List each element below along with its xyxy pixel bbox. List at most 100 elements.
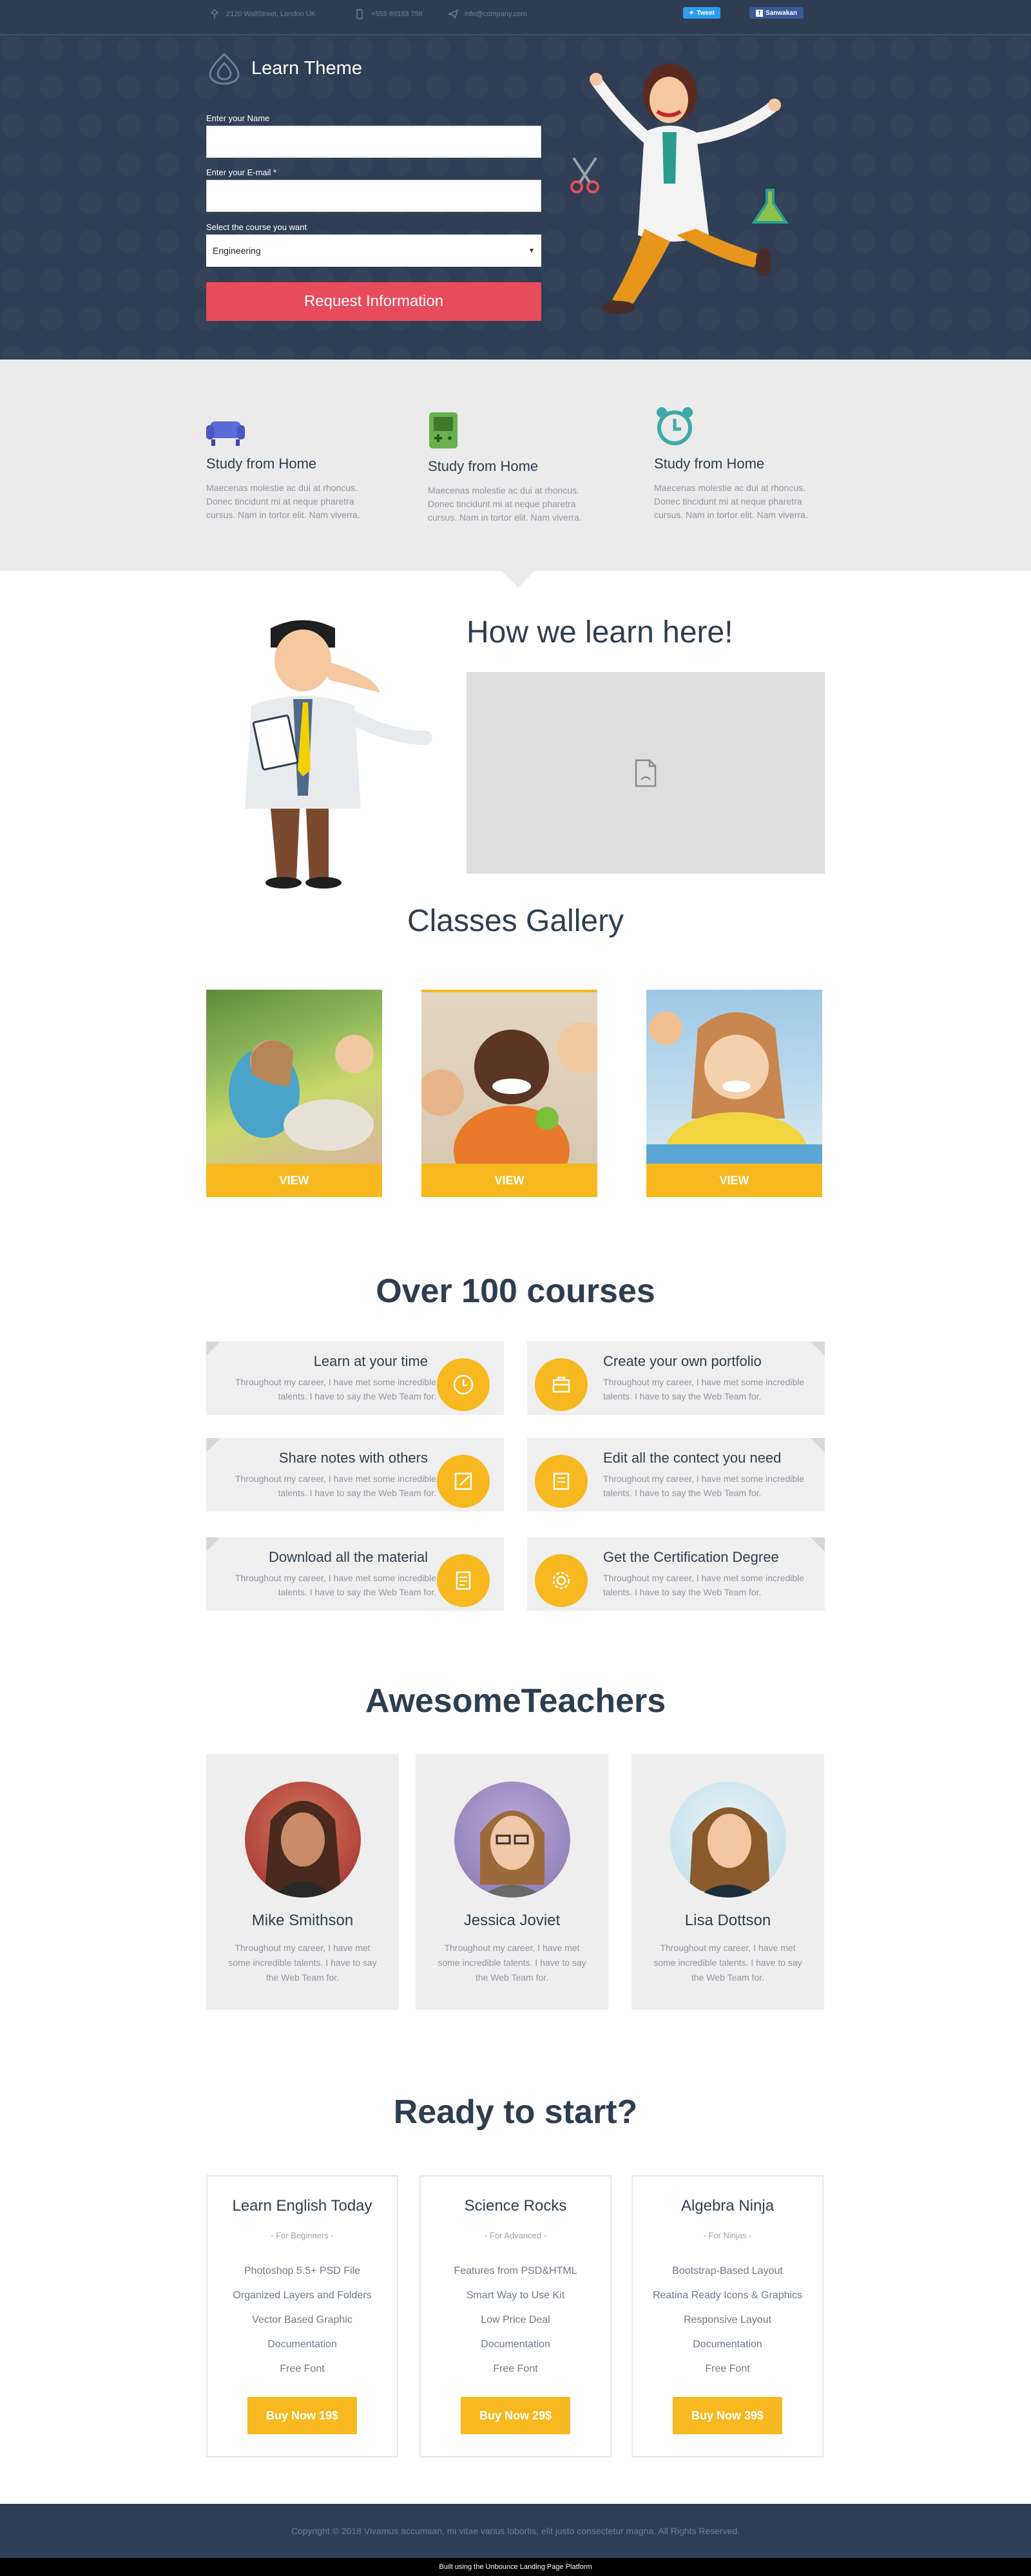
course-text: Throughout my career, I have met some in… xyxy=(603,1377,805,1401)
course-icon-circle xyxy=(437,1358,490,1411)
course-title: Create your own portfolio xyxy=(603,1353,762,1369)
course-card: Get the Certification Degree Throughout … xyxy=(527,1537,825,1611)
course-icon-circle xyxy=(535,1455,588,1508)
plan-feature: Documentation xyxy=(693,2339,762,2350)
feature-title: Study from Home xyxy=(428,458,539,474)
plan-feature-list: Bootstrap-Based Layout Reatina Ready Ico… xyxy=(633,2259,822,2381)
teacher-illustration xyxy=(245,620,432,889)
pricing-card: Learn English Today - For Beginners - Ph… xyxy=(206,2175,398,2457)
course-select-label: Select the course you want xyxy=(206,222,307,232)
feature-card: Study from Home Maecenas molestie ac dui… xyxy=(206,411,380,522)
gear-icon xyxy=(552,1572,570,1590)
map-pin-icon xyxy=(210,9,219,19)
feature-card: Study from Home Maecenas molestie ac dui… xyxy=(428,411,602,524)
course-card: Download all the material Throughout my … xyxy=(206,1537,504,1611)
course-text: Throughout my career, I have met some in… xyxy=(603,1573,805,1597)
plan-title: Algebra Ninja xyxy=(680,2197,775,2215)
hero-section: Learn Theme Enter your Name Enter your E… xyxy=(0,35,1031,360)
course-text: Throughout my career, I have met some in… xyxy=(603,1474,805,1498)
email-input[interactable] xyxy=(206,180,541,212)
logo[interactable]: Learn Theme xyxy=(206,52,362,85)
top-bar: 2120 WallStreet, London UK +555 69183 75… xyxy=(0,0,1031,35)
briefcase-icon xyxy=(552,1376,570,1393)
feature-text: Maecenas molestie ac dui at rhoncus. Don… xyxy=(428,485,582,523)
plan-feature: Responsive Layout xyxy=(683,2314,772,2325)
plan-feature: Documentation xyxy=(267,2339,337,2350)
course-title: Download all the material xyxy=(268,1549,428,1565)
name-input[interactable] xyxy=(206,126,541,158)
teacher-name: Jessica Joviet xyxy=(463,1912,561,1929)
teacher-card: Jessica Joviet Throughout my career, I h… xyxy=(416,1754,608,2010)
address-text: 2120 WallStreet, London UK xyxy=(226,10,316,18)
feature-text: Maecenas molestie ac dui at rhoncus. Don… xyxy=(206,483,360,520)
buy-now-button[interactable]: Buy Now 39$ xyxy=(673,2397,782,2434)
course-text: Throughout my career, I have met some in… xyxy=(235,1377,436,1401)
pricing-card: Science Rocks - For Advanced - Features … xyxy=(419,2175,612,2457)
plan-feature: Low Price Deal xyxy=(481,2314,550,2325)
course-title: Share notes with others xyxy=(278,1450,428,1466)
plan-feature: Reatina Ready Icons & Graphics xyxy=(652,2290,803,2301)
teacher-text: Throughout my career, I have met some in… xyxy=(653,1943,802,1983)
gallery-card: VIEW xyxy=(206,990,382,1197)
gallery-photo xyxy=(421,990,597,1164)
course-card: Edit all the contect you need Throughout… xyxy=(527,1438,825,1512)
armchair-icon xyxy=(206,421,245,446)
gallery-card: VIEW xyxy=(646,990,822,1197)
plan-feature: Free Font xyxy=(280,2363,325,2374)
plan-subtitle: - For Advanced - xyxy=(484,2231,547,2240)
logo-text: Learn Theme xyxy=(251,57,362,79)
paper-plane-icon xyxy=(448,9,458,19)
course-select-value: Engineering xyxy=(213,245,261,256)
plan-feature: Bootstrap-Based Layout xyxy=(672,2265,783,2276)
courses-heading: Over 100 courses xyxy=(376,1273,655,1310)
request-information-button[interactable]: Request Information xyxy=(206,282,541,321)
gallery-view-button[interactable]: VIEW xyxy=(421,1164,597,1197)
address-item: 2120 WallStreet, London UK xyxy=(209,9,316,19)
buy-now-button[interactable]: Buy Now 19$ xyxy=(247,2397,357,2434)
course-card: Learn at your time Throughout my career,… xyxy=(206,1341,504,1415)
phone-text: +555 69183 756 xyxy=(371,10,423,18)
plan-subtitle: - For Ninjas - xyxy=(703,2231,752,2240)
plan-feature: Smart Way to Use Kit xyxy=(466,2290,565,2301)
plan-subtitle: - For Beginners - xyxy=(271,2231,334,2240)
phone-item: +555 69183 756 xyxy=(354,9,423,19)
teacher-card: Lisa Dottson Throughout my career, I hav… xyxy=(631,1754,824,2010)
feature-text: Maecenas molestie ac dui at rhoncus. Don… xyxy=(654,483,808,520)
tweet-button[interactable]: ✦ Tweet xyxy=(683,7,720,19)
video-placeholder[interactable] xyxy=(467,672,825,874)
gallery-view-button[interactable]: VIEW xyxy=(206,1164,382,1197)
drop-logo-icon xyxy=(209,52,240,85)
caret-down-icon: ▼ xyxy=(528,247,535,255)
built-with-text: Built using the Unbounce Landing Page Pl… xyxy=(439,2563,592,2571)
plan-feature-list: Features from PSD&HTML Smart Way to Use … xyxy=(421,2259,610,2381)
teacher-name: Mike Smithson xyxy=(251,1912,354,1929)
plan-feature: Documentation xyxy=(481,2339,550,2350)
pricing-card: Algebra Ninja - For Ninjas - Bootstrap-B… xyxy=(631,2175,824,2457)
email-item[interactable]: info@company.com xyxy=(448,9,527,19)
scientist-illustration xyxy=(570,64,789,314)
download-icon xyxy=(456,1571,471,1590)
tweet-label: Tweet xyxy=(697,9,715,17)
teacher-name: Lisa Dottson xyxy=(684,1912,771,1929)
footer: Copyright © 2018 Vivamus accumsan, mi vi… xyxy=(0,2504,1031,2558)
buy-now-button[interactable]: Buy Now 29$ xyxy=(461,2397,570,2434)
document-icon xyxy=(553,1472,570,1490)
course-title: Edit all the contect you need xyxy=(603,1450,782,1466)
plan-feature: Photoshop 5.5+ PSD File xyxy=(244,2265,361,2276)
course-card: Create your own portfolio Throughout my … xyxy=(527,1341,825,1415)
teacher-text: Throughout my career, I have met some in… xyxy=(228,1943,377,1983)
feature-title: Study from Home xyxy=(654,456,765,472)
course-text: Throughout my career, I have met some in… xyxy=(235,1573,436,1597)
how-we-learn-heading: How we learn here! xyxy=(467,615,733,649)
teachers-heading: AwesomeTeachers xyxy=(365,1682,666,1720)
plan-feature: Free Font xyxy=(493,2363,538,2374)
gallery-view-button[interactable]: VIEW xyxy=(646,1164,822,1197)
teacher-card: Mike Smithson Throughout my career, I ha… xyxy=(206,1754,399,2010)
course-select[interactable]: Engineering ▼ xyxy=(206,235,541,267)
copyright-text: Copyright © 2018 Vivamus accumsan, mi vi… xyxy=(291,2526,740,2536)
feature-title: Study from Home xyxy=(206,456,317,472)
share-button[interactable]: f Sanwakan xyxy=(749,7,804,19)
built-with-bar[interactable]: Built using the Unbounce Landing Page Pl… xyxy=(0,2558,1031,2576)
avatar xyxy=(454,1782,570,1898)
course-icon-circle xyxy=(535,1554,588,1607)
